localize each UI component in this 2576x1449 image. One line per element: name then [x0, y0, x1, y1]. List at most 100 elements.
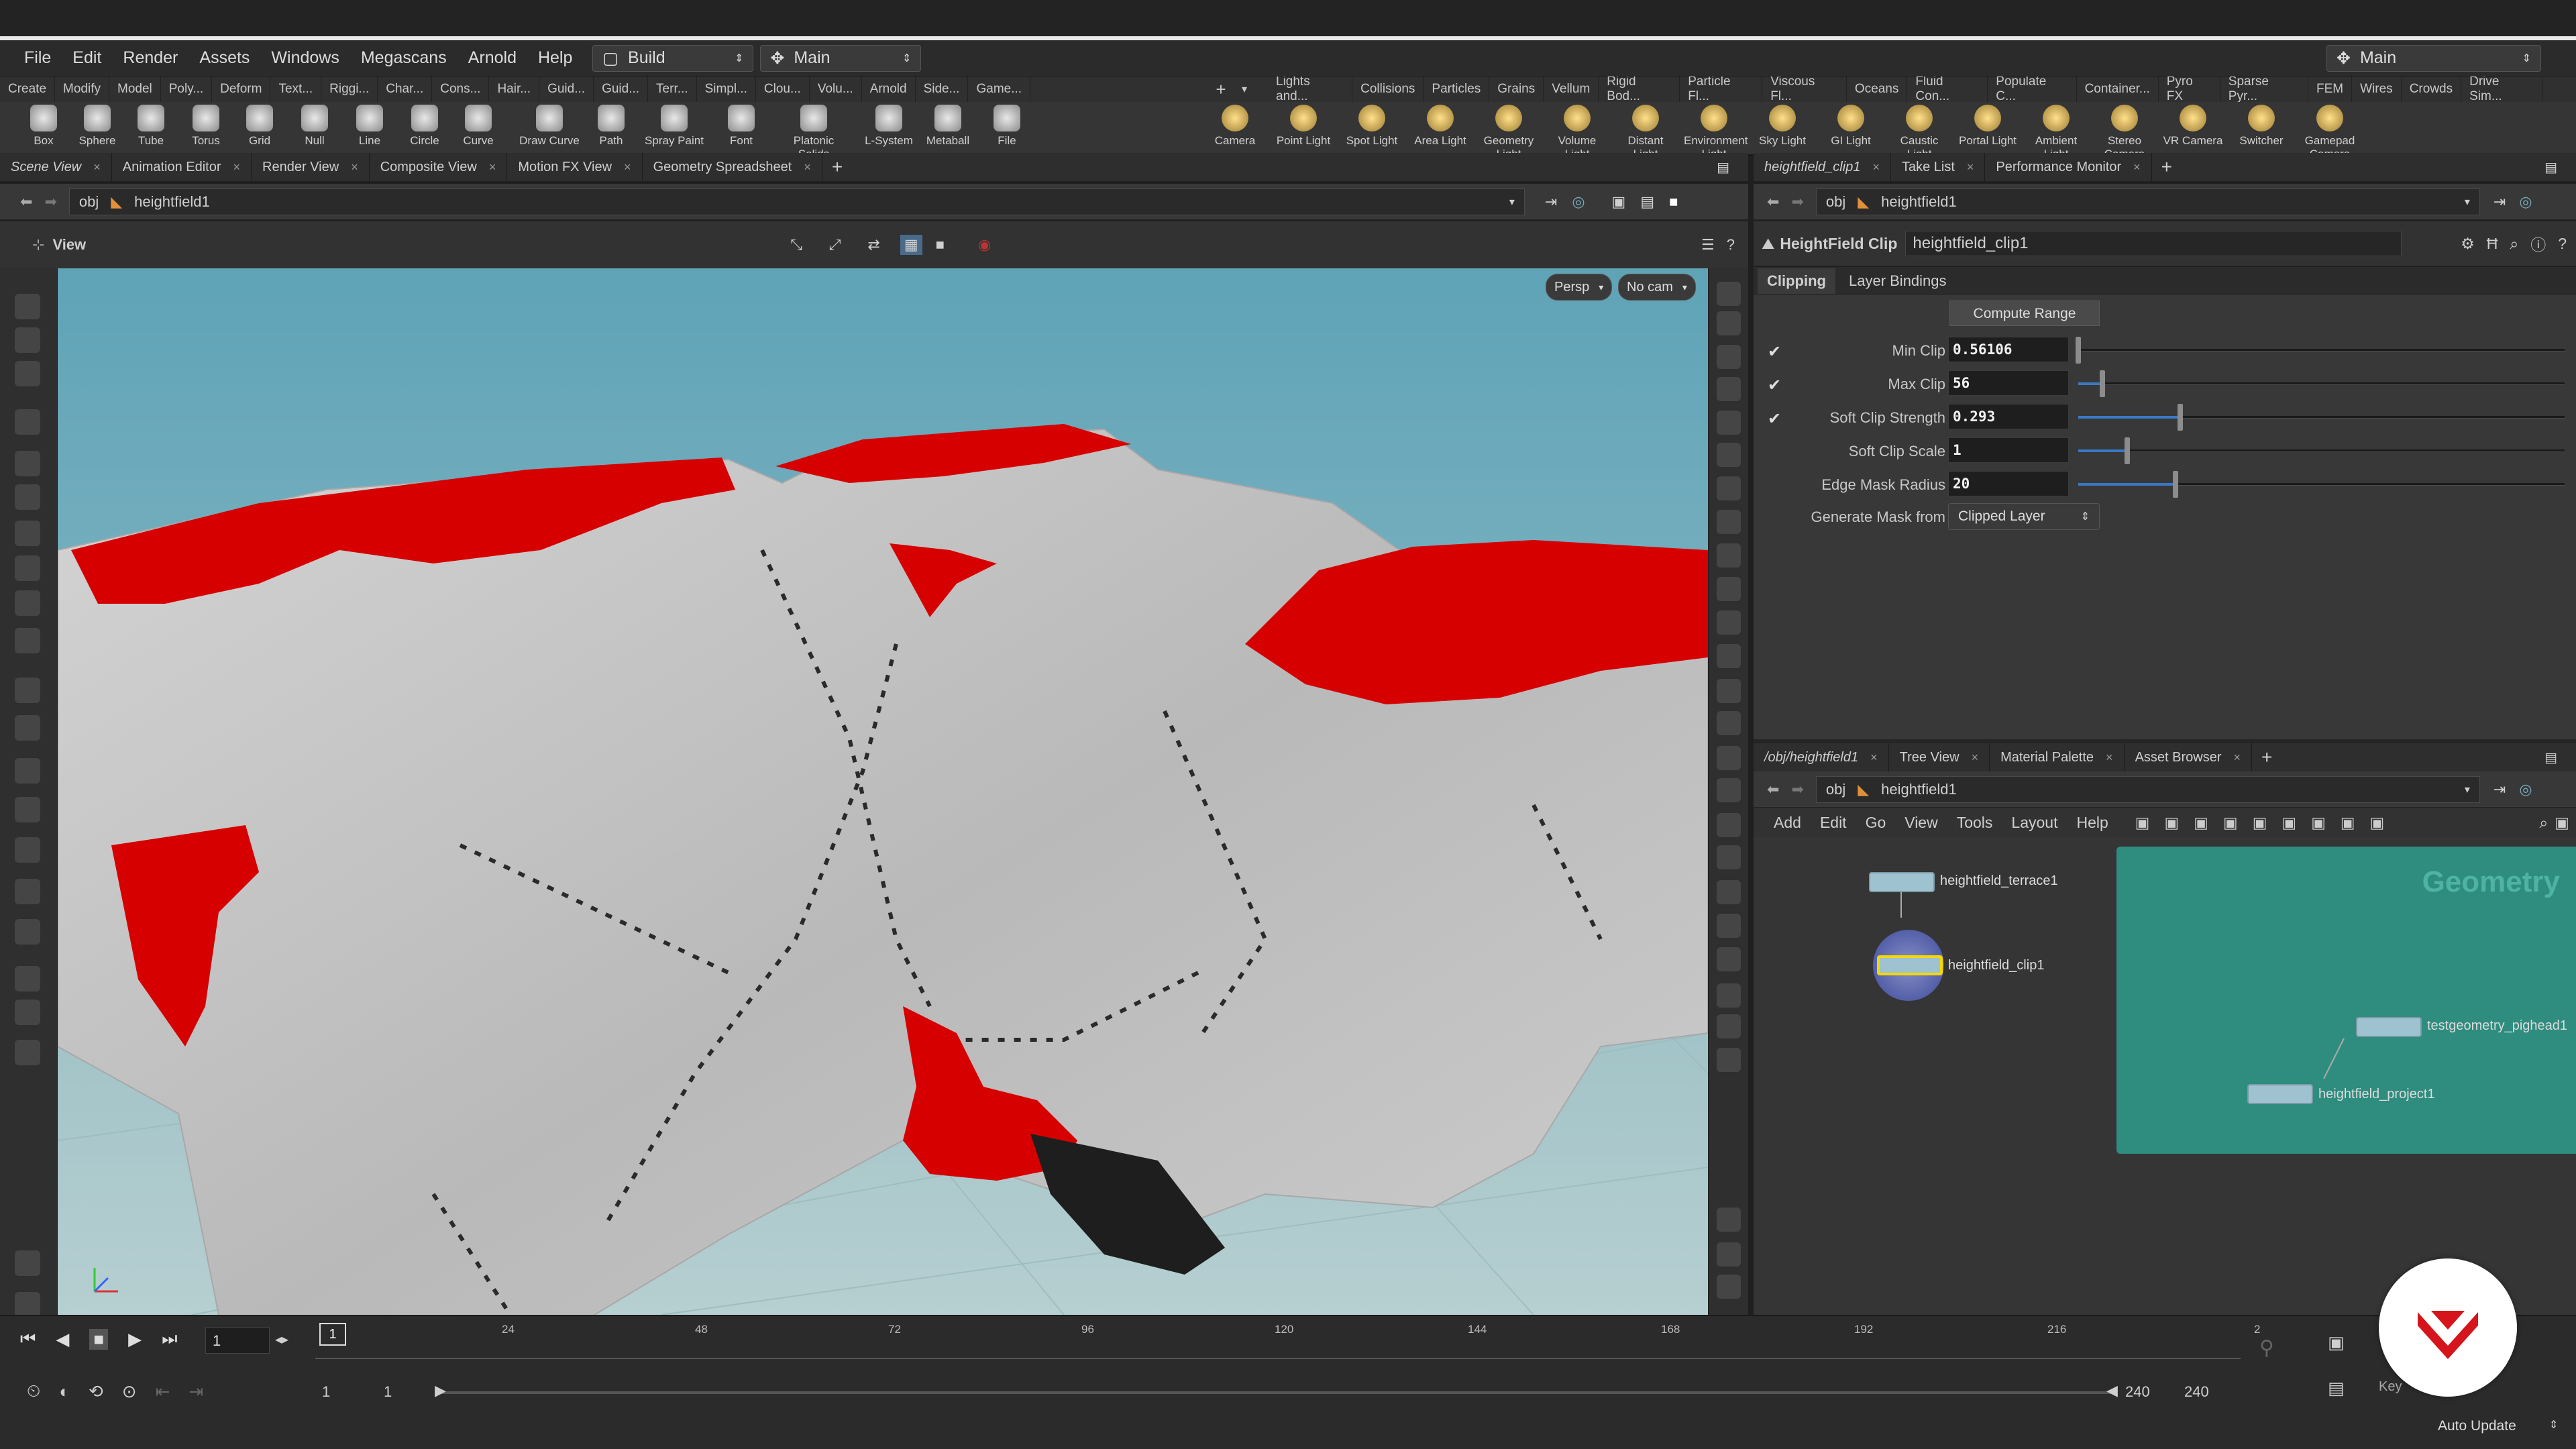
- soft-clip-strength-field[interactable]: 0.293: [1948, 404, 2069, 429]
- node-testgeometry-pighead1[interactable]: [2356, 1017, 2422, 1037]
- display-option-5-icon[interactable]: [1717, 443, 1741, 467]
- shelf-tab-crowds-16[interactable]: Crowds: [2402, 76, 2462, 102]
- close-icon[interactable]: ×: [2133, 160, 2141, 174]
- jump-end-icon[interactable]: ⏭: [162, 1328, 177, 1350]
- tool-null[interactable]: Null: [284, 105, 345, 148]
- chevron-down-icon[interactable]: ▾: [1234, 83, 1254, 96]
- shelf-tab-container-11[interactable]: Container...: [2077, 76, 2159, 102]
- pane-tab-composite-view[interactable]: Composite View ×: [370, 153, 508, 181]
- shelf-tab-riggi-6[interactable]: Riggi...: [321, 76, 378, 102]
- menu-assets[interactable]: Assets: [199, 48, 250, 68]
- shelf-tab-wires-15[interactable]: Wires: [2352, 76, 2402, 102]
- step-back-icon[interactable]: ◀: [56, 1329, 69, 1350]
- display-option-8-icon[interactable]: [1717, 543, 1741, 568]
- display-option-3-icon[interactable]: [1717, 377, 1741, 401]
- tool-box[interactable]: Box: [13, 105, 74, 148]
- tool-gi-light[interactable]: GI Light: [1821, 105, 1881, 148]
- shelf-tab-hair-9[interactable]: Hair...: [489, 76, 540, 102]
- range-slider[interactable]: [440, 1391, 2117, 1394]
- shelf-tab-particle-fl-6[interactable]: Particle Fl...: [1680, 76, 1763, 102]
- path-root[interactable]: obj: [1826, 193, 1845, 211]
- pane-tab-obj-heightfield1[interactable]: /obj/heightfield1 ×: [1754, 743, 1889, 771]
- menu-edit[interactable]: Edit: [72, 48, 101, 68]
- play-icon[interactable]: ▶: [128, 1329, 142, 1350]
- close-icon[interactable]: ×: [1972, 751, 1979, 765]
- camera-menu[interactable]: No cam ▾: [1618, 274, 1696, 301]
- menu-windows[interactable]: Windows: [271, 48, 339, 68]
- viewer-tool-3-icon[interactable]: [15, 409, 40, 435]
- pin-icon[interactable]: ⇥: [2493, 781, 2506, 798]
- back-arrow-icon[interactable]: ⬅: [20, 193, 32, 211]
- tool-font[interactable]: Font: [711, 105, 771, 148]
- close-icon[interactable]: ×: [351, 160, 358, 174]
- transform-icon[interactable]: ⤢: [829, 236, 841, 254]
- shelf-tab-sparse-pyr-13[interactable]: Sparse Pyr...: [2220, 76, 2309, 102]
- global-anim-icon[interactable]: ⊙: [122, 1381, 137, 1402]
- tool-point-light[interactable]: Point Light: [1273, 105, 1334, 148]
- display-option-14-icon[interactable]: [1717, 746, 1741, 770]
- enable-checkbox-icon[interactable]: ✔: [1768, 409, 1785, 428]
- grid-icon[interactable]: ▣: [2223, 814, 2238, 832]
- grid2-icon[interactable]: ▣: [2253, 814, 2267, 832]
- display-option-20-icon[interactable]: [1717, 947, 1741, 971]
- display-option-7-icon[interactable]: [1717, 510, 1741, 534]
- view-options-icon[interactable]: ▣: [1612, 193, 1626, 211]
- tool-camera[interactable]: Camera: [1205, 105, 1265, 148]
- pane-tab-heightfield-clip1[interactable]: heightfield_clip1 ×: [1754, 153, 1891, 181]
- chevron-down-icon[interactable]: ▾: [2465, 783, 2470, 796]
- close-icon[interactable]: ×: [624, 160, 631, 174]
- snap-icon[interactable]: ⇄: [867, 236, 879, 254]
- tool-draw-curve[interactable]: Draw Curve: [519, 105, 580, 148]
- prev-key-icon[interactable]: ⇤: [156, 1381, 170, 1402]
- menu-arnold[interactable]: Arnold: [468, 48, 517, 68]
- shelf-tab-create-0[interactable]: Create: [0, 76, 56, 102]
- shelf-tab-deform-4[interactable]: Deform: [212, 76, 271, 102]
- viewer-tool-0-icon[interactable]: [15, 294, 40, 319]
- info-icon[interactable]: ⓘ: [2530, 232, 2546, 255]
- updown-icon[interactable]: ⇕: [2549, 1418, 2558, 1432]
- display-icon[interactable]: ▣: [2311, 814, 2326, 832]
- display-option-23-icon[interactable]: [1717, 1048, 1741, 1072]
- shelf-tab-clou-14[interactable]: Clou...: [756, 76, 810, 102]
- chevron-down-icon[interactable]: ▾: [1509, 195, 1515, 209]
- add-shelf-icon[interactable]: +: [1208, 79, 1234, 100]
- help-icon[interactable]: ?: [1727, 236, 1735, 254]
- pane-tab-asset-browser[interactable]: Asset Browser ×: [2125, 743, 2253, 771]
- forward-arrow-icon[interactable]: ➡: [44, 193, 56, 211]
- display-option-11-icon[interactable]: [1717, 644, 1741, 668]
- path-root[interactable]: obj: [79, 193, 99, 211]
- pin-icon[interactable]: ⇥: [1545, 193, 1557, 211]
- range-start-2[interactable]: 1: [384, 1383, 392, 1401]
- range-end-2[interactable]: 240: [2184, 1383, 2209, 1401]
- frame-marker[interactable]: 1: [319, 1323, 346, 1346]
- enable-checkbox-icon[interactable]: ✔: [1768, 376, 1785, 394]
- close-icon[interactable]: ×: [93, 160, 101, 174]
- display-option-1-icon[interactable]: [1717, 311, 1741, 335]
- persp-menu[interactable]: Persp ▾: [1546, 274, 1613, 301]
- display-option-17-icon[interactable]: [1717, 845, 1741, 869]
- display-option-26-icon[interactable]: [1717, 1275, 1741, 1299]
- loop-icon[interactable]: ⟲: [89, 1381, 103, 1402]
- tool-portal-light[interactable]: Portal Light: [1957, 105, 2018, 148]
- network-menu-edit[interactable]: Edit: [1820, 814, 1847, 832]
- filter-icon[interactable]: ☰: [1701, 236, 1715, 254]
- viewer-path-field[interactable]: obj ◣ heightfield1 ▾: [68, 188, 1525, 215]
- keys-icon[interactable]: ▣: [2328, 1332, 2345, 1353]
- tool-metaball[interactable]: Metaball: [918, 105, 978, 148]
- shelf-tab-pyro-fx-12[interactable]: Pyro FX: [2159, 76, 2220, 102]
- key-search-icon[interactable]: ⚲: [2259, 1336, 2274, 1360]
- display-option-21-icon[interactable]: [1717, 983, 1741, 1008]
- close-icon[interactable]: ×: [1870, 751, 1878, 765]
- color-icon[interactable]: ▣: [2370, 814, 2385, 832]
- tool-curve[interactable]: Curve: [448, 105, 508, 148]
- close-icon[interactable]: ×: [1967, 160, 1974, 174]
- pane-tab-motion-fx-view[interactable]: Motion FX View ×: [507, 153, 643, 181]
- min-clip-field[interactable]: 0.56106: [1948, 337, 2069, 362]
- shelf-tab-terr-12[interactable]: Terr...: [648, 76, 697, 102]
- wrench-icon[interactable]: ▣: [2135, 814, 2150, 832]
- pane-menu-icon[interactable]: ▤: [2544, 749, 2557, 766]
- tree-icon[interactable]: ▣: [2165, 814, 2180, 832]
- select-mode-icon[interactable]: ⤡: [790, 236, 802, 254]
- tool-spot-light[interactable]: Spot Light: [1342, 105, 1402, 148]
- tool-path[interactable]: Path: [581, 105, 641, 148]
